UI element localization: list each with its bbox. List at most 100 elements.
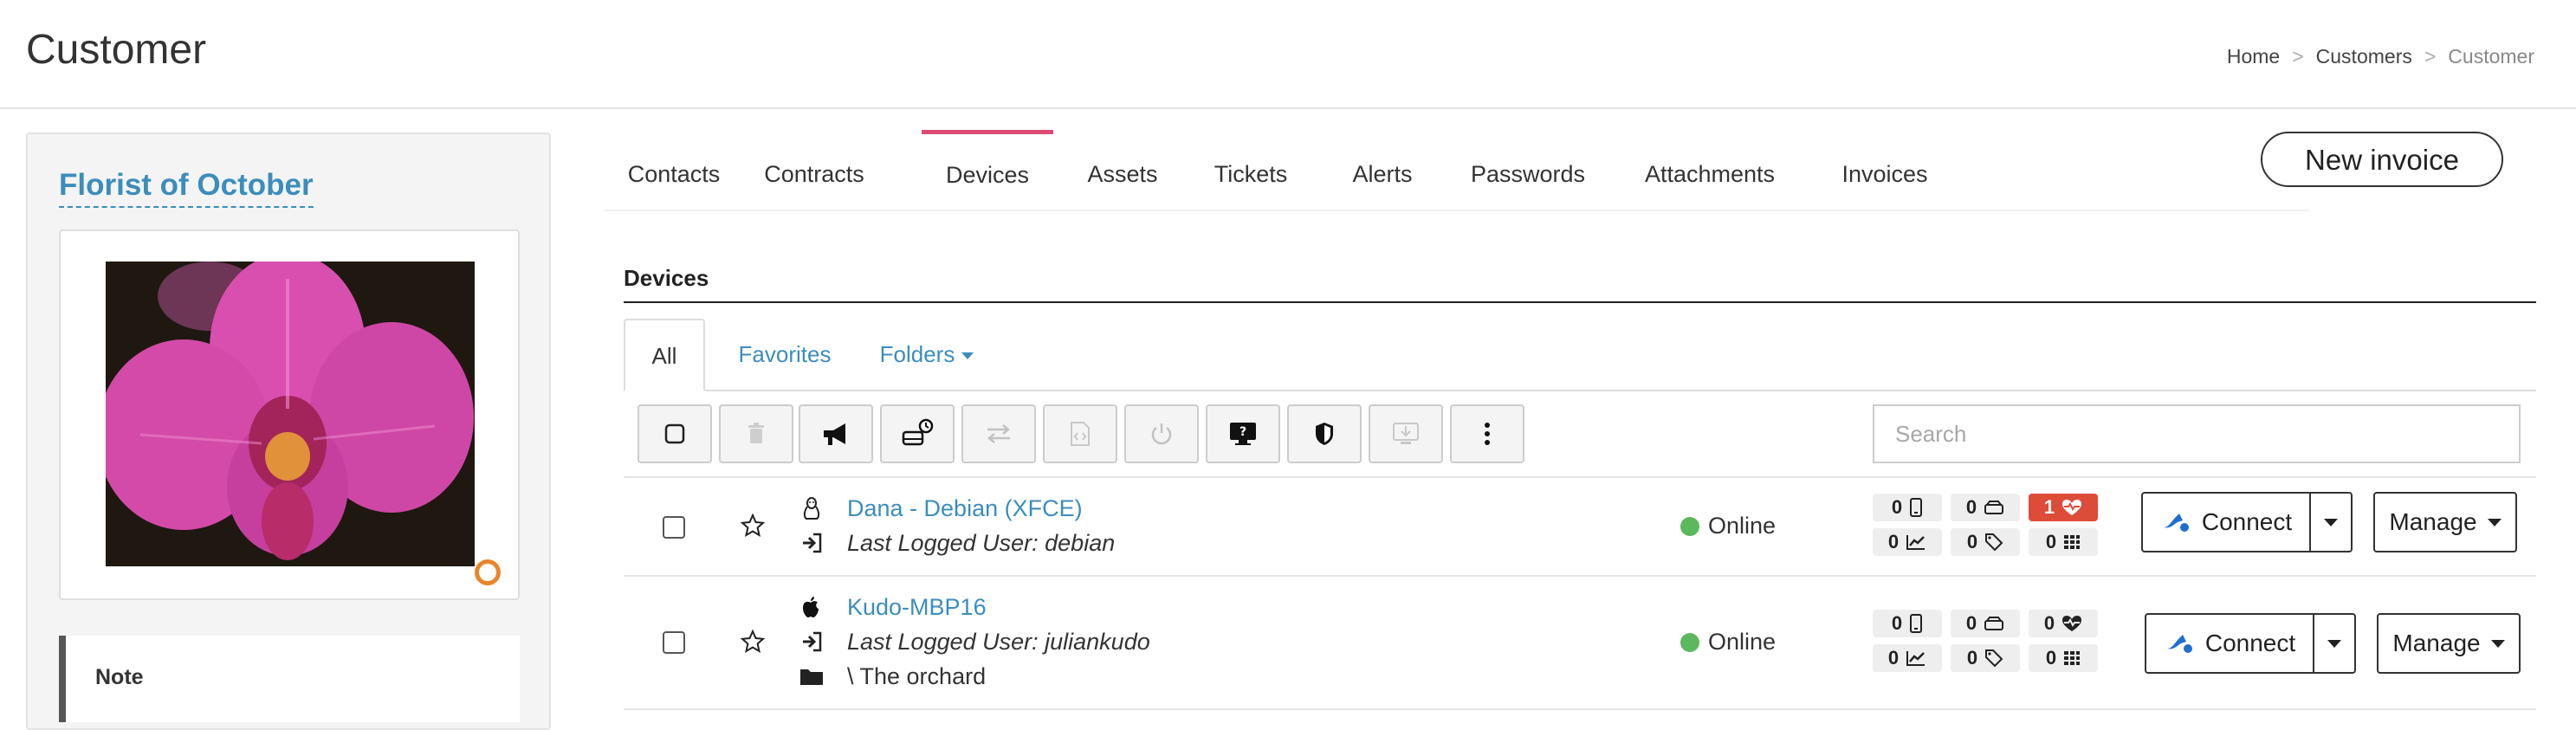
last-logged-user: Last Logged User: debian: [847, 530, 1116, 556]
line-chart-icon: [1906, 535, 1926, 550]
tab-contacts[interactable]: Contacts: [615, 130, 733, 210]
customer-name[interactable]: Florist of October: [59, 168, 314, 208]
tab-tickets[interactable]: Tickets: [1202, 130, 1299, 210]
storage-counter-badge[interactable]: 0: [1951, 494, 2020, 521]
security-button[interactable]: [1287, 404, 1362, 463]
tab-passwords[interactable]: Passwords: [1462, 130, 1594, 210]
mobile-counter-badge[interactable]: 0: [1873, 610, 1942, 637]
chevron-down-icon: [2327, 639, 2341, 648]
storage-counter-badge[interactable]: 0: [1951, 610, 2020, 637]
hard-drive-icon: [1984, 617, 2004, 630]
performance-counter-badge[interactable]: 0: [1873, 528, 1942, 556]
new-invoice-button[interactable]: New invoice: [2261, 132, 2503, 187]
device-subtabs: All Favorites Folders: [624, 319, 2536, 391]
chevron-down-icon: [961, 352, 974, 360]
power-icon: [1151, 423, 1172, 445]
row-divider: [624, 575, 2536, 577]
breadcrumb-separator: >: [2292, 45, 2304, 68]
scheduled-scan-button[interactable]: [880, 404, 955, 463]
device-name-link[interactable]: Kudo-MBP16: [847, 594, 987, 621]
power-button[interactable]: [1124, 404, 1199, 463]
subtab-all[interactable]: All: [624, 319, 705, 391]
tab-invoices[interactable]: Invoices: [1831, 130, 1938, 210]
breadcrumb-separator: >: [2424, 45, 2437, 68]
file-code-icon: [1071, 422, 1090, 446]
tab-alerts[interactable]: Alerts: [1339, 130, 1426, 210]
device-name-link[interactable]: Dana - Debian (XFCE): [847, 495, 1083, 522]
connect-button[interactable]: Connect: [2145, 613, 2314, 674]
apps-count: 0: [2045, 647, 2057, 669]
manage-button[interactable]: Manage: [2373, 492, 2517, 552]
more-options-button[interactable]: [1450, 404, 1524, 463]
storage-count: 0: [1965, 496, 1977, 518]
kebab-menu-icon: [1485, 423, 1490, 445]
perf-count: 0: [1887, 531, 1900, 552]
sign-in-icon: [799, 629, 825, 655]
health-count: 1: [2043, 496, 2055, 518]
chevron-down-icon: [2490, 639, 2505, 648]
apps-counter-badge[interactable]: 0: [2029, 528, 2098, 556]
grid-icon: [2064, 651, 2081, 665]
script-button[interactable]: [1043, 404, 1117, 463]
hard-drive-icon: [1984, 501, 2004, 514]
heart-pulse-icon: [2062, 616, 2082, 631]
favorite-star-icon[interactable]: [740, 513, 766, 539]
tags-counter-badge[interactable]: 0: [1951, 644, 2020, 672]
trash-icon: [748, 423, 764, 443]
note-title: Note: [95, 665, 144, 689]
tab-contracts[interactable]: Contracts: [750, 130, 878, 210]
monitor-download-icon: [1393, 423, 1419, 444]
connect-button[interactable]: Connect: [2141, 492, 2311, 552]
status-label: Online: [1708, 629, 1777, 655]
svg-text:?: ?: [1239, 425, 1246, 439]
tab-assets[interactable]: Assets: [1078, 130, 1168, 210]
section-divider: [624, 301, 2536, 303]
health-counter-badge[interactable]: 1: [2029, 494, 2098, 521]
tags-counter-badge[interactable]: 0: [1951, 528, 2020, 556]
photo-status-badge: [475, 559, 501, 585]
mobile-counter-badge[interactable]: 0: [1873, 494, 1942, 521]
apple-icon: [799, 594, 823, 620]
connect-label: Connect: [2204, 630, 2296, 656]
subtab-folders-label: Folders: [879, 341, 955, 367]
folder-icon: [799, 663, 825, 689]
header-divider: [0, 107, 2576, 109]
broadcast-button[interactable]: [799, 404, 873, 463]
transfer-button[interactable]: [961, 404, 1036, 463]
select-all-button[interactable]: [638, 404, 712, 463]
row-divider: [624, 708, 2536, 710]
devices-section-title: Devices: [624, 265, 709, 291]
connect-dropdown-button[interactable]: [2309, 492, 2353, 552]
favorite-star-icon[interactable]: [740, 629, 766, 655]
row-checkbox[interactable]: [663, 516, 685, 539]
remote-connect-icon: [2166, 635, 2192, 653]
device-status: Online: [1680, 629, 1776, 656]
deploy-button[interactable]: [1369, 404, 1443, 463]
health-count: 0: [2043, 612, 2055, 634]
tags-icon: [1985, 533, 2003, 552]
device-search-input[interactable]: [1873, 404, 2521, 463]
delete-button[interactable]: [719, 404, 793, 463]
drive-clock-icon: [902, 418, 934, 446]
mobile-count: 0: [1891, 496, 1903, 518]
subtab-folders[interactable]: Folders: [868, 319, 986, 390]
row-checkbox[interactable]: [663, 631, 685, 654]
health-counter-badge[interactable]: 0: [2029, 610, 2098, 637]
tab-devices[interactable]: Devices: [922, 130, 1053, 210]
remote-connect-icon: [2163, 514, 2189, 532]
device-folder-path[interactable]: \ The orchard: [847, 663, 986, 690]
linux-icon: [800, 495, 823, 521]
page-title: Customer: [26, 27, 207, 73]
breadcrumb-home[interactable]: Home: [2227, 45, 2280, 68]
manage-label: Manage: [2389, 508, 2477, 535]
grid-icon: [2064, 535, 2081, 549]
tab-attachments[interactable]: Attachments: [1634, 130, 1786, 210]
breadcrumb-customers[interactable]: Customers: [2316, 45, 2412, 68]
subtab-favorites[interactable]: Favorites: [724, 319, 845, 390]
megaphone-icon: [824, 423, 845, 445]
remote-support-button[interactable]: ?: [1206, 404, 1280, 463]
manage-button[interactable]: Manage: [2377, 613, 2521, 674]
performance-counter-badge[interactable]: 0: [1873, 644, 1942, 672]
connect-dropdown-button[interactable]: [2313, 613, 2356, 674]
apps-counter-badge[interactable]: 0: [2029, 644, 2098, 672]
